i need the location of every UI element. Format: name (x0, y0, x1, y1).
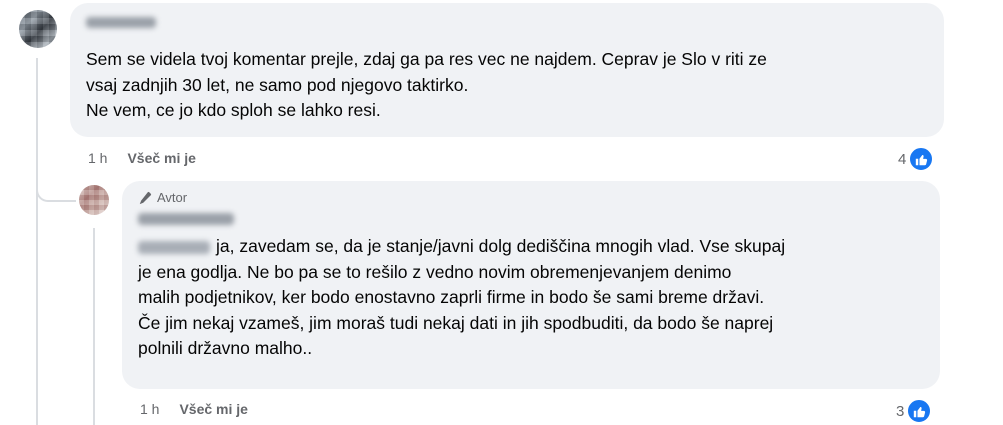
reply-actions: 1 h Všeč mi je (140, 401, 248, 417)
comment-line: vsaj zadnjih 30 let, ne samo pod njegovo… (86, 74, 469, 95)
reply-first-line: ja, zavedam se, da je stanje/javni dolg … (216, 236, 786, 256)
author-name-blurred[interactable] (138, 213, 234, 225)
reply-line: malih podjetnikov, ker bodo enostavno za… (138, 287, 765, 307)
reaction-count: 3 (896, 402, 905, 420)
reply-thread-line (93, 228, 95, 425)
like-icon (906, 398, 933, 424)
mention-blurred[interactable] (138, 240, 210, 254)
reply-avatar[interactable] (79, 185, 109, 215)
reply-line: je ena godlja. Ne bo pa se to rešilo z v… (138, 261, 732, 282)
comment-bubble: Sem se videla tvoj komentar prejle, zdaj… (70, 3, 944, 137)
like-button[interactable]: Všeč mi je (179, 401, 248, 417)
thread-line (36, 58, 38, 425)
comment-actions: 1 h Všeč mi je (88, 150, 196, 166)
author-badge: Avtor (138, 190, 187, 205)
like-icon (908, 146, 935, 172)
reply-line: Če jim nekaj vzameš, jim moraš tudi neka… (138, 312, 774, 333)
reply-timestamp[interactable]: 1 h (140, 401, 159, 417)
reply-line: polnili državno malho.. (138, 338, 313, 358)
reaction-summary[interactable]: 4 (898, 146, 935, 172)
author-badge-label: Avtor (157, 190, 188, 205)
comment-line: Sem se videla tvoj komentar prejle, zdaj… (86, 49, 767, 69)
reply-text: ja, zavedam se, da je stanje/javni dolg … (138, 234, 928, 362)
comment-timestamp[interactable]: 1 h (88, 150, 107, 166)
comment-line: Ne vem, ce jo kdo sploh se lahko resi. (86, 100, 381, 120)
like-button[interactable]: Všeč mi je (127, 150, 196, 166)
avatar[interactable] (19, 10, 57, 48)
reaction-summary[interactable]: 3 (896, 398, 933, 424)
reply-line: ja, zavedam se, da je stanje/javni dolg … (138, 234, 928, 260)
thread-connector (36, 170, 76, 202)
author-name-blurred[interactable] (86, 17, 156, 28)
pen-icon (138, 191, 152, 205)
comment-text: Sem se videla tvoj komentar prejle, zdaj… (86, 47, 936, 124)
reply-bubble: Avtor ja, zavedam se, da je stanje/javni… (122, 181, 940, 389)
comment-thread: Sem se videla tvoj komentar prejle, zdaj… (0, 0, 1003, 425)
reaction-count: 4 (898, 150, 907, 168)
